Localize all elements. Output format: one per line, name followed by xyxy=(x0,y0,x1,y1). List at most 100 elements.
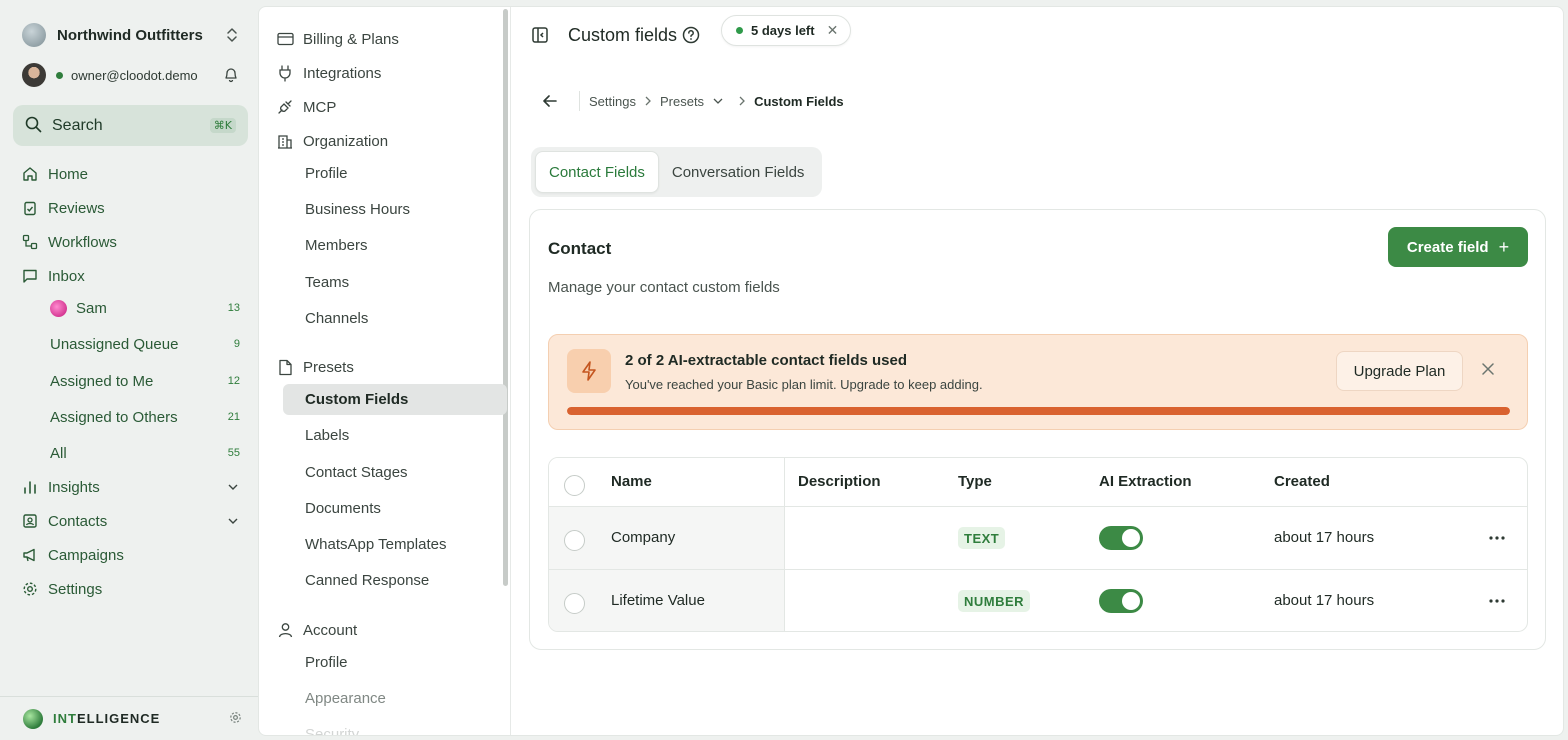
inbox-item-sam[interactable]: Sam 13 xyxy=(50,296,240,320)
nav-campaigns[interactable]: Campaigns xyxy=(22,542,240,568)
close-icon[interactable]: ✕ xyxy=(827,22,839,39)
inbox-item-count: 55 xyxy=(227,447,240,459)
intelligence-label: INTELLIGENCE xyxy=(53,711,229,726)
settings-nav-label: Integrations xyxy=(303,64,382,82)
gear-icon[interactable] xyxy=(229,711,242,727)
settings-nav-contact-stages[interactable]: Contact Stages xyxy=(283,457,507,488)
building-icon xyxy=(276,132,294,150)
plus-icon: + xyxy=(1498,236,1510,257)
settings-nav-mcp[interactable]: MCP xyxy=(276,94,496,120)
chevron-right-icon xyxy=(645,96,651,106)
settings-nav-integrations[interactable]: Integrations xyxy=(276,60,496,86)
user-email: owner@cloodot.demo xyxy=(71,67,198,83)
settings-nav-channels[interactable]: Channels xyxy=(283,303,507,334)
nav-home[interactable]: Home xyxy=(22,161,240,187)
inbox-item-assigned-to-me[interactable]: Assigned to Me 12 xyxy=(50,369,240,393)
breadcrumb-presets[interactable]: Presets xyxy=(660,94,704,109)
inbox-item-label: Sam xyxy=(76,299,107,317)
row-checkbox[interactable] xyxy=(564,593,585,614)
top-bar: Custom fields 5 days left ✕ xyxy=(511,7,1563,65)
table-row[interactable]: Lifetime Value NUMBER about 17 hours xyxy=(549,570,1527,631)
inbox-item-label: Unassigned Queue xyxy=(50,335,179,353)
create-field-label: Create field xyxy=(1406,238,1489,256)
nav-reviews[interactable]: Reviews xyxy=(22,195,240,221)
chevron-down-icon[interactable] xyxy=(226,514,240,528)
column-header-type[interactable]: Type xyxy=(958,473,992,490)
settings-nav-account[interactable]: Account xyxy=(276,617,496,643)
nav-insights[interactable]: Insights xyxy=(22,474,240,500)
settings-nav-canned-response[interactable]: Canned Response xyxy=(283,565,507,596)
table-row[interactable]: Company TEXT about 17 hours xyxy=(549,507,1527,570)
breadcrumb: Settings Presets Custom Fields xyxy=(541,90,844,112)
column-header-description[interactable]: Description xyxy=(798,473,881,490)
settings-nav-appearance[interactable]: Appearance xyxy=(283,683,507,714)
settings-nav-presets[interactable]: Presets xyxy=(276,354,496,380)
workspace-switcher[interactable]: Northwind Outfitters xyxy=(22,22,240,48)
intelligence-panel-toggle[interactable]: INTELLIGENCE xyxy=(0,696,258,740)
settings-nav-label: Presets xyxy=(303,358,354,376)
more-horizontal-icon[interactable] xyxy=(1486,527,1508,549)
chevron-down-icon[interactable] xyxy=(713,98,723,104)
inbox-item-all[interactable]: All 55 xyxy=(50,441,240,465)
settings-nav-billing[interactable]: Billing & Plans xyxy=(276,26,496,52)
settings-nav-account-profile[interactable]: Profile xyxy=(283,647,507,678)
settings-nav-label: Labels xyxy=(305,427,350,444)
inbox-item-assigned-to-others[interactable]: Assigned to Others 21 xyxy=(50,405,240,429)
settings-nav-org-profile[interactable]: Profile xyxy=(283,158,507,189)
column-header-name[interactable]: Name xyxy=(611,473,652,490)
arrow-left-icon[interactable] xyxy=(541,92,559,110)
column-header-ai-extraction[interactable]: AI Extraction xyxy=(1099,473,1192,490)
file-preset-icon xyxy=(276,358,294,376)
help-circle-icon[interactable] xyxy=(682,26,700,44)
settings-nav-label: Custom Fields xyxy=(305,391,409,408)
user-row[interactable]: owner@cloodot.demo xyxy=(22,63,240,87)
settings-nav-documents[interactable]: Documents xyxy=(283,493,507,524)
upgrade-plan-button[interactable]: Upgrade Plan xyxy=(1336,351,1463,391)
bell-icon[interactable] xyxy=(222,66,240,84)
ai-extraction-toggle[interactable] xyxy=(1099,526,1143,550)
more-horizontal-icon[interactable] xyxy=(1486,590,1508,612)
tab-conversation-fields[interactable]: Conversation Fields xyxy=(659,151,818,193)
inbox-item-count: 9 xyxy=(233,338,240,350)
select-all-checkbox[interactable] xyxy=(564,475,585,496)
intelligence-label-prefix: INT xyxy=(53,711,77,726)
nav-inbox[interactable]: Inbox xyxy=(22,263,240,289)
contact-fields-card: Contact Manage your contact custom field… xyxy=(529,209,1546,650)
settings-nav-labels[interactable]: Labels xyxy=(283,420,507,451)
nav-label: Insights xyxy=(48,478,100,496)
settings-nav-custom-fields[interactable]: Custom Fields xyxy=(283,384,507,415)
workflow-icon xyxy=(22,234,38,250)
settings-nav-label: Profile xyxy=(305,165,348,182)
nav-settings[interactable]: Settings xyxy=(22,576,240,602)
settings-nav-members[interactable]: Members xyxy=(283,230,507,261)
nav-label: Contacts xyxy=(48,512,108,530)
nav-workflows[interactable]: Workflows xyxy=(22,229,240,255)
ai-extraction-toggle[interactable] xyxy=(1099,589,1143,613)
column-header-created[interactable]: Created xyxy=(1274,473,1330,490)
sidebar-collapse-icon[interactable] xyxy=(531,26,549,44)
banner-subtitle: You've reached your Basic plan limit. Up… xyxy=(625,377,983,392)
breadcrumb-settings[interactable]: Settings xyxy=(589,94,636,109)
create-field-button[interactable]: Create field + xyxy=(1388,227,1528,267)
settings-nav: Billing & Plans Integrations MCP Organiz… xyxy=(259,7,511,735)
search-button[interactable]: Search ⌘K xyxy=(13,105,248,146)
chevron-up-down-icon[interactable] xyxy=(224,25,240,45)
settings-nav-business-hours[interactable]: Business Hours xyxy=(283,194,507,225)
settings-nav-label: Billing & Plans xyxy=(303,30,399,48)
field-name: Company xyxy=(611,529,676,546)
settings-nav-label: Documents xyxy=(305,500,381,517)
tab-contact-fields[interactable]: Contact Fields xyxy=(535,151,659,193)
settings-nav-teams[interactable]: Teams xyxy=(283,267,507,298)
row-checkbox[interactable] xyxy=(564,530,585,551)
close-icon[interactable] xyxy=(1479,360,1497,378)
trial-badge: 5 days left ✕ xyxy=(721,15,852,46)
chevron-down-icon[interactable] xyxy=(226,480,240,494)
message-square-icon xyxy=(22,268,38,284)
settings-nav-security[interactable]: Security xyxy=(283,719,507,735)
inbox-item-unassigned[interactable]: Unassigned Queue 9 xyxy=(50,332,240,356)
field-name: Lifetime Value xyxy=(611,592,705,609)
settings-nav-label: Members xyxy=(305,237,368,254)
settings-nav-organization[interactable]: Organization xyxy=(276,128,496,154)
settings-nav-whatsapp-templates[interactable]: WhatsApp Templates xyxy=(283,529,507,560)
nav-contacts[interactable]: Contacts xyxy=(22,508,240,534)
